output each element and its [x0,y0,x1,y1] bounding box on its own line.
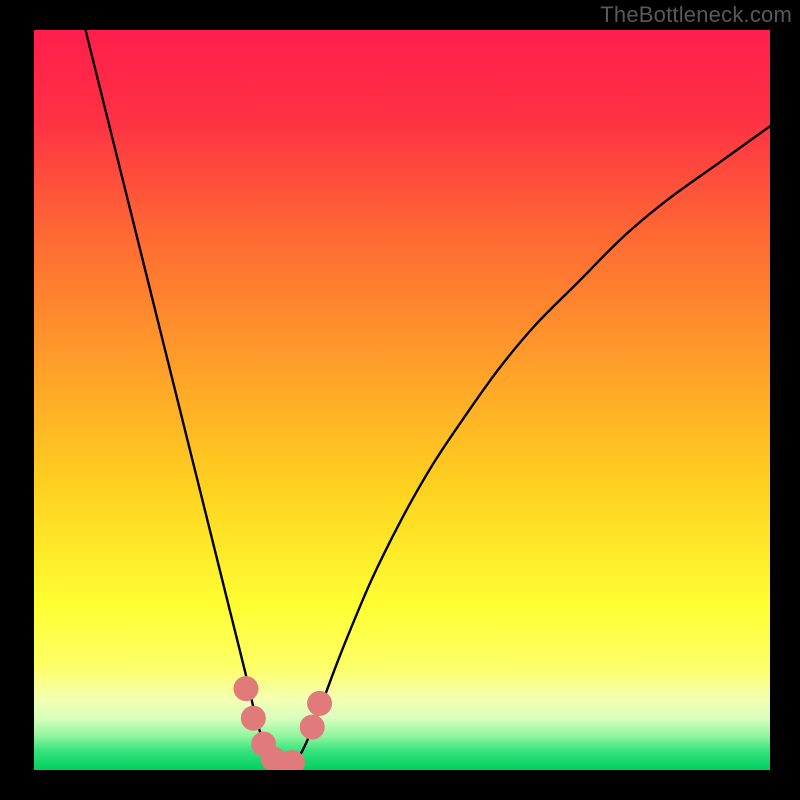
gradient-background [34,30,770,770]
chart-frame: TheBottleneck.com [0,0,800,800]
watermark-text: TheBottleneck.com [600,2,792,28]
data-marker [241,706,266,731]
data-marker [233,676,258,701]
data-marker [300,715,325,740]
data-marker [307,691,332,716]
plot-area [34,30,770,770]
